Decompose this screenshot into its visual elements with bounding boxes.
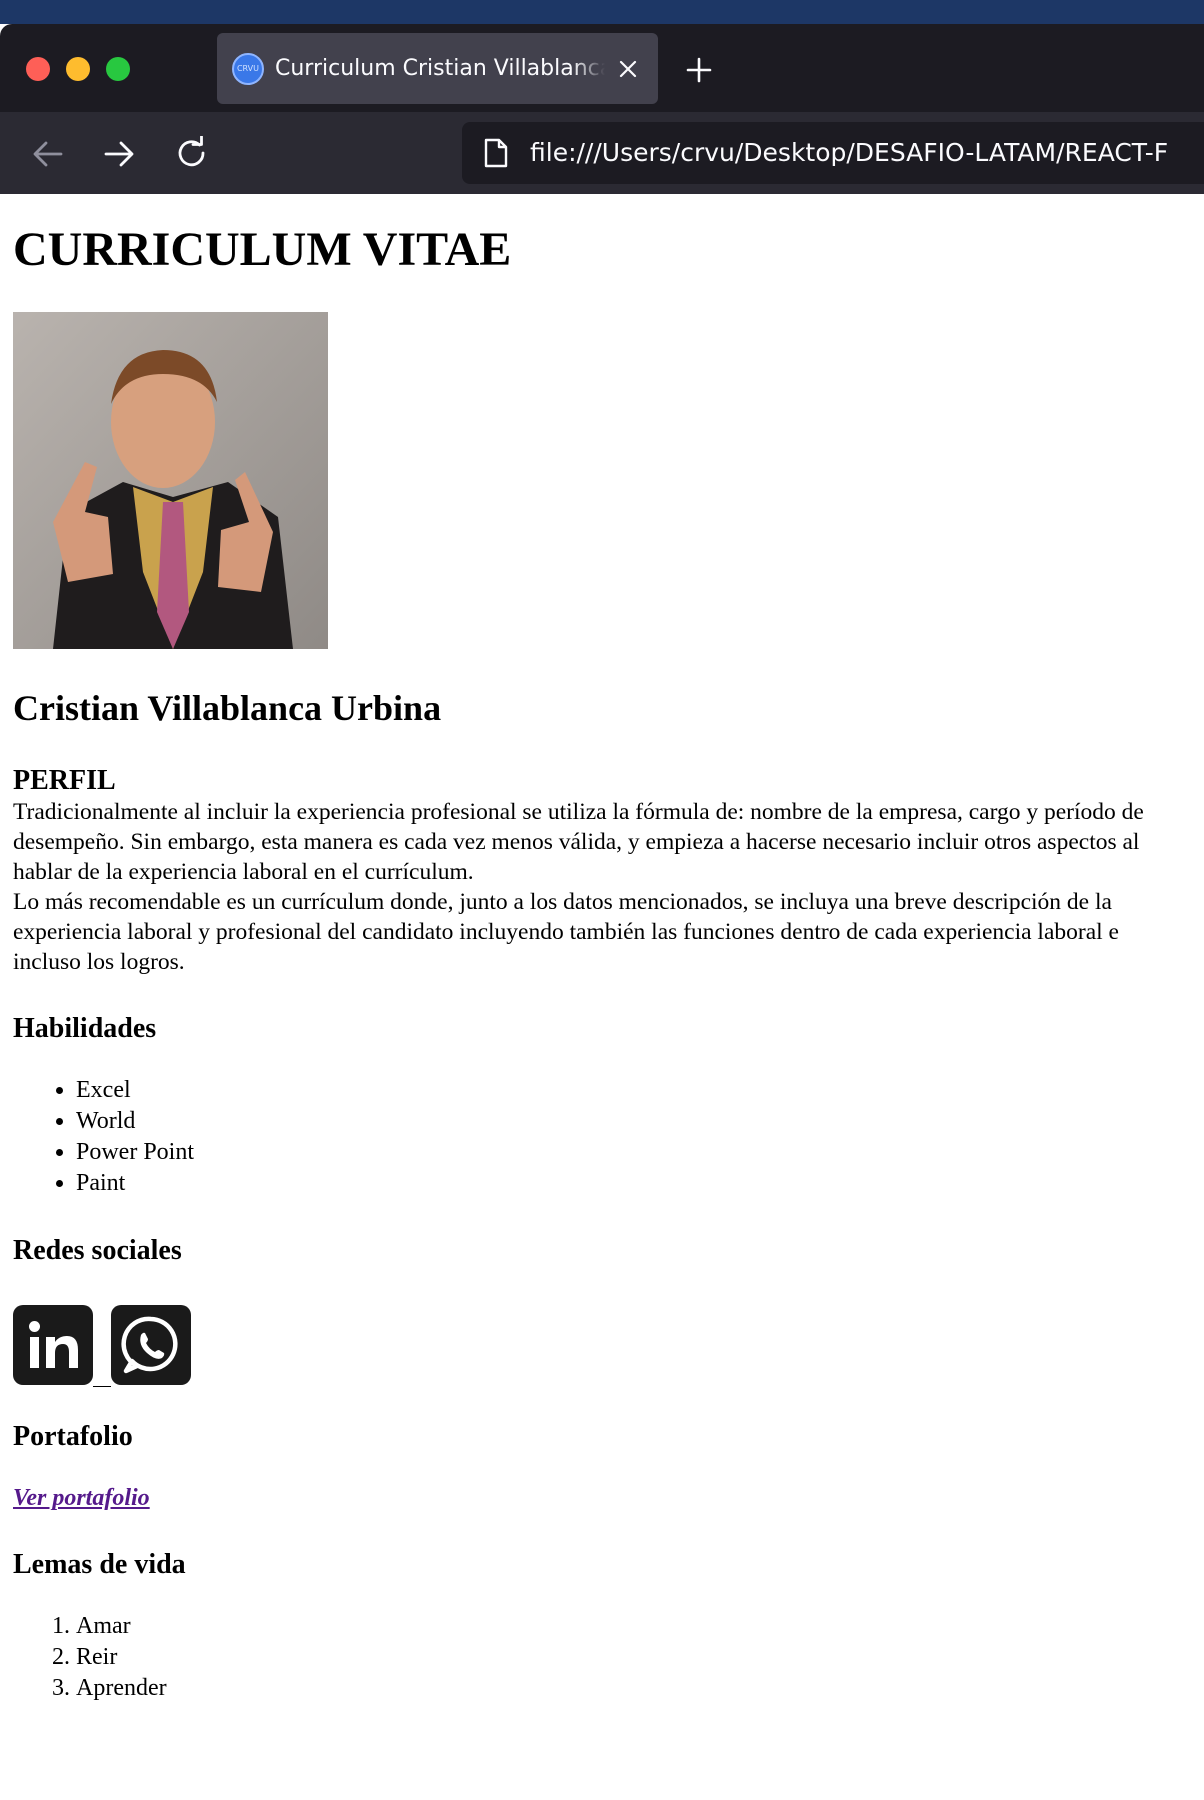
perfil-heading: PERFIL	[13, 765, 116, 796]
back-arrow-icon[interactable]	[30, 136, 66, 172]
lemas-heading: Lemas de vida	[13, 1549, 186, 1580]
list-item: Power Point	[76, 1137, 1191, 1168]
profile-photo	[13, 312, 328, 649]
tab-active[interactable]: CRVU Curriculum Cristian Villablanca Urb…	[217, 33, 658, 104]
list-item: Amar	[76, 1611, 1191, 1642]
forward-arrow-icon[interactable]	[101, 136, 137, 172]
desktop-background	[0, 0, 1204, 24]
whatsapp-icon	[121, 1316, 178, 1374]
perfil-paragraph-1: Tradicionalmente al incluir la experienc…	[13, 799, 1144, 885]
tab-strip: CRVU Curriculum Cristian Villablanca Urb…	[0, 24, 1204, 112]
skills-list: Excel World Power Point Paint	[13, 1075, 1191, 1199]
page-icon	[484, 138, 508, 168]
whatsapp-link[interactable]	[111, 1305, 191, 1385]
mottos-list: Amar Reir Aprender	[13, 1611, 1191, 1704]
list-item: World	[76, 1106, 1191, 1137]
list-item: Aprender	[76, 1673, 1191, 1704]
zoom-window-button[interactable]	[106, 57, 130, 81]
list-item: Excel	[76, 1075, 1191, 1106]
url-text[interactable]: file:///Users/crvu/Desktop/DESAFIO-LATAM…	[530, 122, 1168, 184]
browser-window: CRVU Curriculum Cristian Villablanca Urb…	[0, 24, 1204, 194]
page-content: CURRICULUM VITAE Cristian Villablanca Ur…	[0, 194, 1204, 1800]
new-tab-icon[interactable]	[685, 56, 713, 84]
link-underline	[93, 1386, 111, 1387]
reload-icon[interactable]	[174, 136, 210, 172]
portfolio-link[interactable]: Ver portafolio	[13, 1483, 150, 1513]
social-links	[13, 1303, 1191, 1387]
candidate-name: Cristian Villablanca Urbina	[13, 688, 442, 728]
habilidades-heading: Habilidades	[13, 1013, 157, 1044]
list-item: Paint	[76, 1168, 1191, 1199]
close-icon[interactable]	[616, 57, 640, 81]
minimize-window-button[interactable]	[66, 57, 90, 81]
portafolio-heading: Portafolio	[13, 1421, 133, 1452]
linkedin-icon	[29, 1321, 78, 1368]
perfil-paragraph-2: Lo más recomendable es un currículum don…	[13, 889, 1119, 975]
list-item: Reir	[76, 1642, 1191, 1673]
navigation-toolbar: file:///Users/crvu/Desktop/DESAFIO-LATAM…	[0, 112, 1204, 194]
tab-favicon: CRVU	[232, 53, 264, 85]
page-title: CURRICULUM VITAE	[13, 223, 512, 276]
linkedin-link[interactable]	[13, 1305, 111, 1387]
redes-heading: Redes sociales	[13, 1235, 182, 1266]
tab-title: Curriculum Cristian Villablanca Urbina	[275, 56, 605, 81]
address-bar[interactable]: file:///Users/crvu/Desktop/DESAFIO-LATAM…	[462, 122, 1204, 184]
close-window-button[interactable]	[26, 57, 50, 81]
